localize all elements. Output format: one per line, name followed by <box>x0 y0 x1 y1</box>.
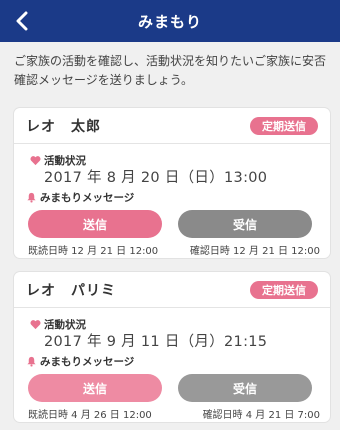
back-button[interactable] <box>0 0 44 42</box>
receive-button[interactable]: 受信 <box>178 210 312 238</box>
bell-icon <box>27 192 36 203</box>
heart-icon <box>30 320 41 330</box>
message-label-text: みまもりメッセージ <box>40 356 135 368</box>
confirm-info: 確認日時 4 月 21 日 7:00 <box>202 410 320 421</box>
receive-button[interactable]: 受信 <box>178 374 312 402</box>
message-label-text: みまもりメッセージ <box>40 192 135 204</box>
confirm-info: 確認日時 12 月 21 日 12:00 <box>189 246 320 257</box>
family-card: レオ パリミ 定期送信 活動状況 2017 年 9 月 11 日（月）21:15… <box>14 272 330 422</box>
page-title: みまもり <box>137 12 202 31</box>
card-header: レオ 太郎 定期送信 <box>14 108 330 144</box>
family-card: レオ 太郎 定期送信 活動状況 2017 年 8 月 20 日（日）13:00 … <box>14 108 330 258</box>
message-label: みまもりメッセージ <box>26 190 134 205</box>
read-info: 既読日時 12 月 21 日 12:00 <box>28 246 159 257</box>
status-time: 2017 年 9 月 11 日（月）21:15 <box>44 334 268 350</box>
chevron-left-icon <box>16 11 28 31</box>
intro-text: ご家族の活動を確認し、活動状況を知りたいご家族に安否確認メッセージを送りましょう… <box>14 54 327 87</box>
regular-send-button[interactable]: 定期送信 <box>250 280 318 299</box>
person-name: レオ 太郎 <box>26 118 101 135</box>
send-button[interactable]: 送信 <box>28 374 162 402</box>
header-bar: みまもり <box>0 0 340 42</box>
card-header: レオ パリミ 定期送信 <box>14 272 330 308</box>
person-name: レオ パリミ <box>26 282 116 299</box>
status-time: 2017 年 8 月 20 日（日）13:00 <box>44 170 268 186</box>
bell-icon <box>27 356 36 367</box>
regular-send-button[interactable]: 定期送信 <box>250 116 318 135</box>
message-label: みまもりメッセージ <box>26 354 134 369</box>
send-button[interactable]: 送信 <box>28 210 162 238</box>
read-info: 既読日時 4 月 26 日 12:00 <box>28 410 152 421</box>
heart-icon <box>30 156 41 166</box>
